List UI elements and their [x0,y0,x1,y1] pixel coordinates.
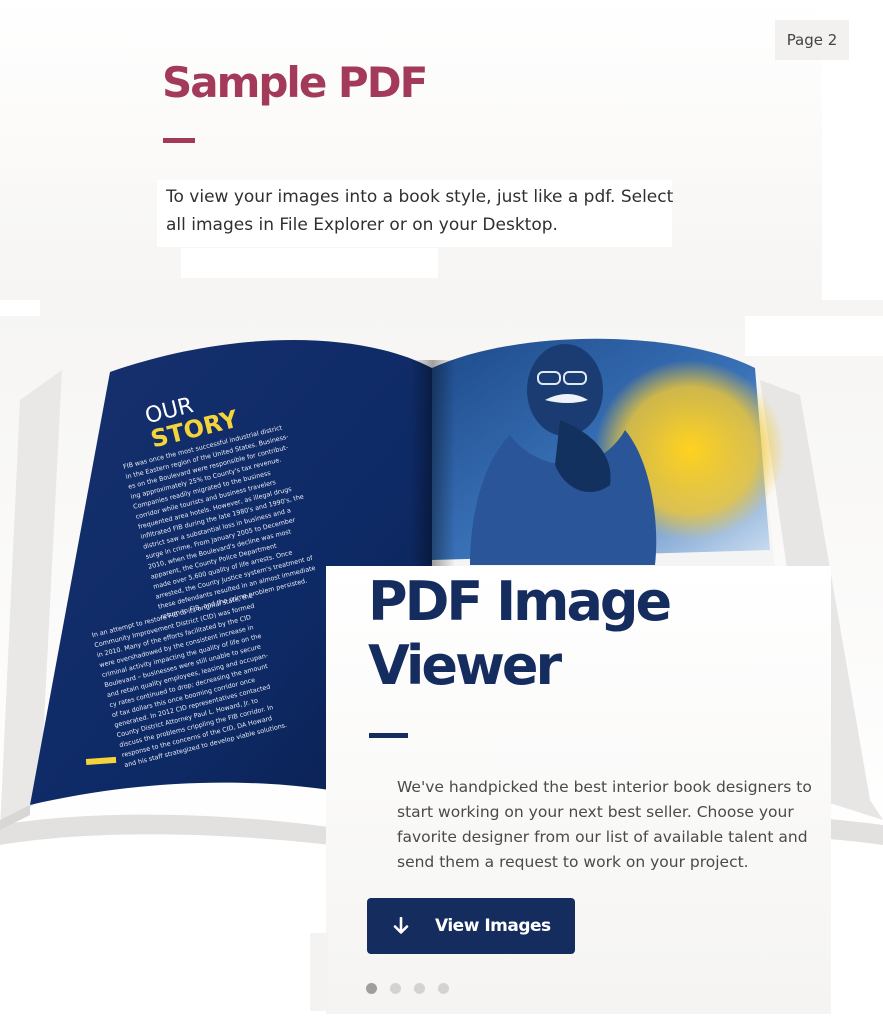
intro-underlay [181,248,438,278]
view-images-button[interactable]: View Images [367,898,575,954]
card-title-line-1: PDF Image [368,570,672,633]
card-body-text: We've handpicked the best interior book … [397,778,812,871]
intro-description: To view your images into a book style, j… [166,187,674,235]
card-title: PDF Image Viewer [368,570,808,698]
carousel-dot[interactable] [414,983,425,994]
card-title-underline [369,733,408,738]
page-title: Sample PDF [162,58,428,107]
carousel-dots [366,983,449,994]
arrow-down-icon [367,917,435,935]
title-underline [163,138,195,143]
card-shadow-strip [310,933,328,1011]
card-title-line-2: Viewer [368,634,562,697]
page-indicator-badge: Page 2 [775,20,849,60]
carousel-dot[interactable] [438,983,449,994]
carousel-dot[interactable] [390,983,401,994]
carousel-dot[interactable] [366,983,377,994]
view-images-label: View Images [435,916,551,936]
